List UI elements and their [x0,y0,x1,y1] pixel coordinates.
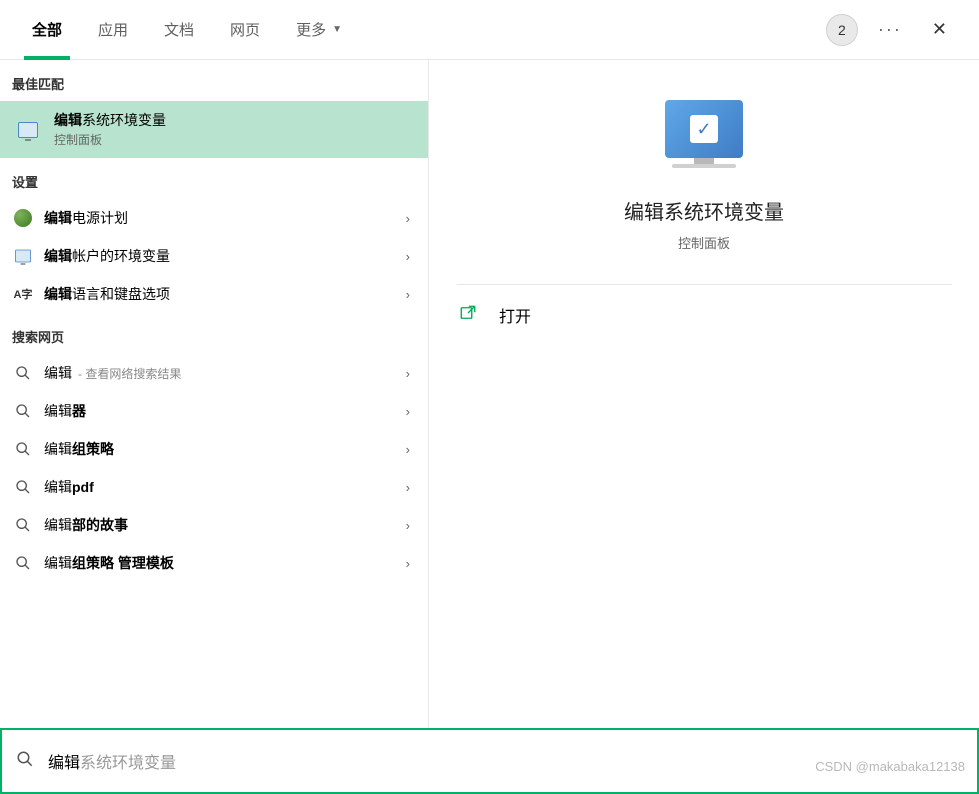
result-web-1[interactable]: 编辑器 › [0,392,428,430]
language-icon: A字 [12,283,34,305]
chevron-right-icon: › [400,287,416,302]
chevron-right-icon: › [400,249,416,264]
watermark: CSDN @makabaka12138 [815,759,965,774]
chevron-down-icon: ▼ [332,24,342,35]
search-icon [12,514,34,536]
open-label: 打开 [499,303,531,327]
chevron-right-icon: › [400,404,416,419]
section-web: 搜索网页 [0,313,428,354]
chevron-right-icon: › [400,211,416,226]
tab-docs[interactable]: 文档 [146,0,212,60]
close-button[interactable]: ✕ [922,13,957,46]
result-settings-language[interactable]: A字 编辑语言和键盘选项 › [0,275,428,313]
result-web-3[interactable]: 编辑pdf › [0,468,428,506]
preview-pane: ✓ 编辑系统环境变量 控制面板 打开 [428,60,979,728]
search-icon [16,750,34,773]
result-web-4[interactable]: 编辑部的故事 › [0,506,428,544]
open-icon [459,304,477,327]
preview-subtitle: 控制面板 [678,233,730,252]
chevron-right-icon: › [400,480,416,495]
tab-web[interactable]: 网页 [212,0,278,60]
tab-all[interactable]: 全部 [14,0,80,60]
chevron-right-icon: › [400,442,416,457]
monitor-icon [12,114,44,146]
preview-icon: ✓ [665,100,743,168]
chevron-right-icon: › [400,556,416,571]
chevron-right-icon: › [400,518,416,533]
search-icon [12,362,34,384]
search-icon [12,552,34,574]
search-icon [12,438,34,460]
power-plan-icon [12,207,34,229]
result-web-0[interactable]: 编辑- 查看网络搜索结果 › [0,354,428,392]
result-title: 编辑系统环境变量 [54,111,416,129]
result-settings-power[interactable]: 编辑电源计划 › [0,199,428,237]
result-web-5[interactable]: 编辑组策略 管理模板 › [0,544,428,582]
notification-badge[interactable]: 2 [826,14,858,46]
results-list: 最佳匹配 编辑系统环境变量 控制面板 设置 编辑电源计划 › 编辑帐户的环境变量 [0,60,428,728]
result-settings-env[interactable]: 编辑帐户的环境变量 › [0,237,428,275]
result-subtitle: 控制面板 [54,131,416,148]
preview-title: 编辑系统环境变量 [624,196,784,225]
result-web-2[interactable]: 编辑组策略 › [0,430,428,468]
section-settings: 设置 [0,158,428,199]
search-icon [12,400,34,422]
search-text: 编辑系统环境变量 [48,749,176,773]
more-options-button[interactable]: ··· [878,19,902,40]
tab-apps[interactable]: 应用 [80,0,146,60]
open-action[interactable]: 打开 [429,285,979,345]
section-best-match: 最佳匹配 [0,60,428,101]
search-icon [12,476,34,498]
chevron-right-icon: › [400,366,416,381]
result-best-match[interactable]: 编辑系统环境变量 控制面板 [0,101,428,158]
tab-more[interactable]: 更多 ▼ [278,0,360,60]
monitor-icon [12,245,34,267]
top-tabs: 全部 应用 文档 网页 更多 ▼ 2 ··· ✕ [0,0,979,60]
